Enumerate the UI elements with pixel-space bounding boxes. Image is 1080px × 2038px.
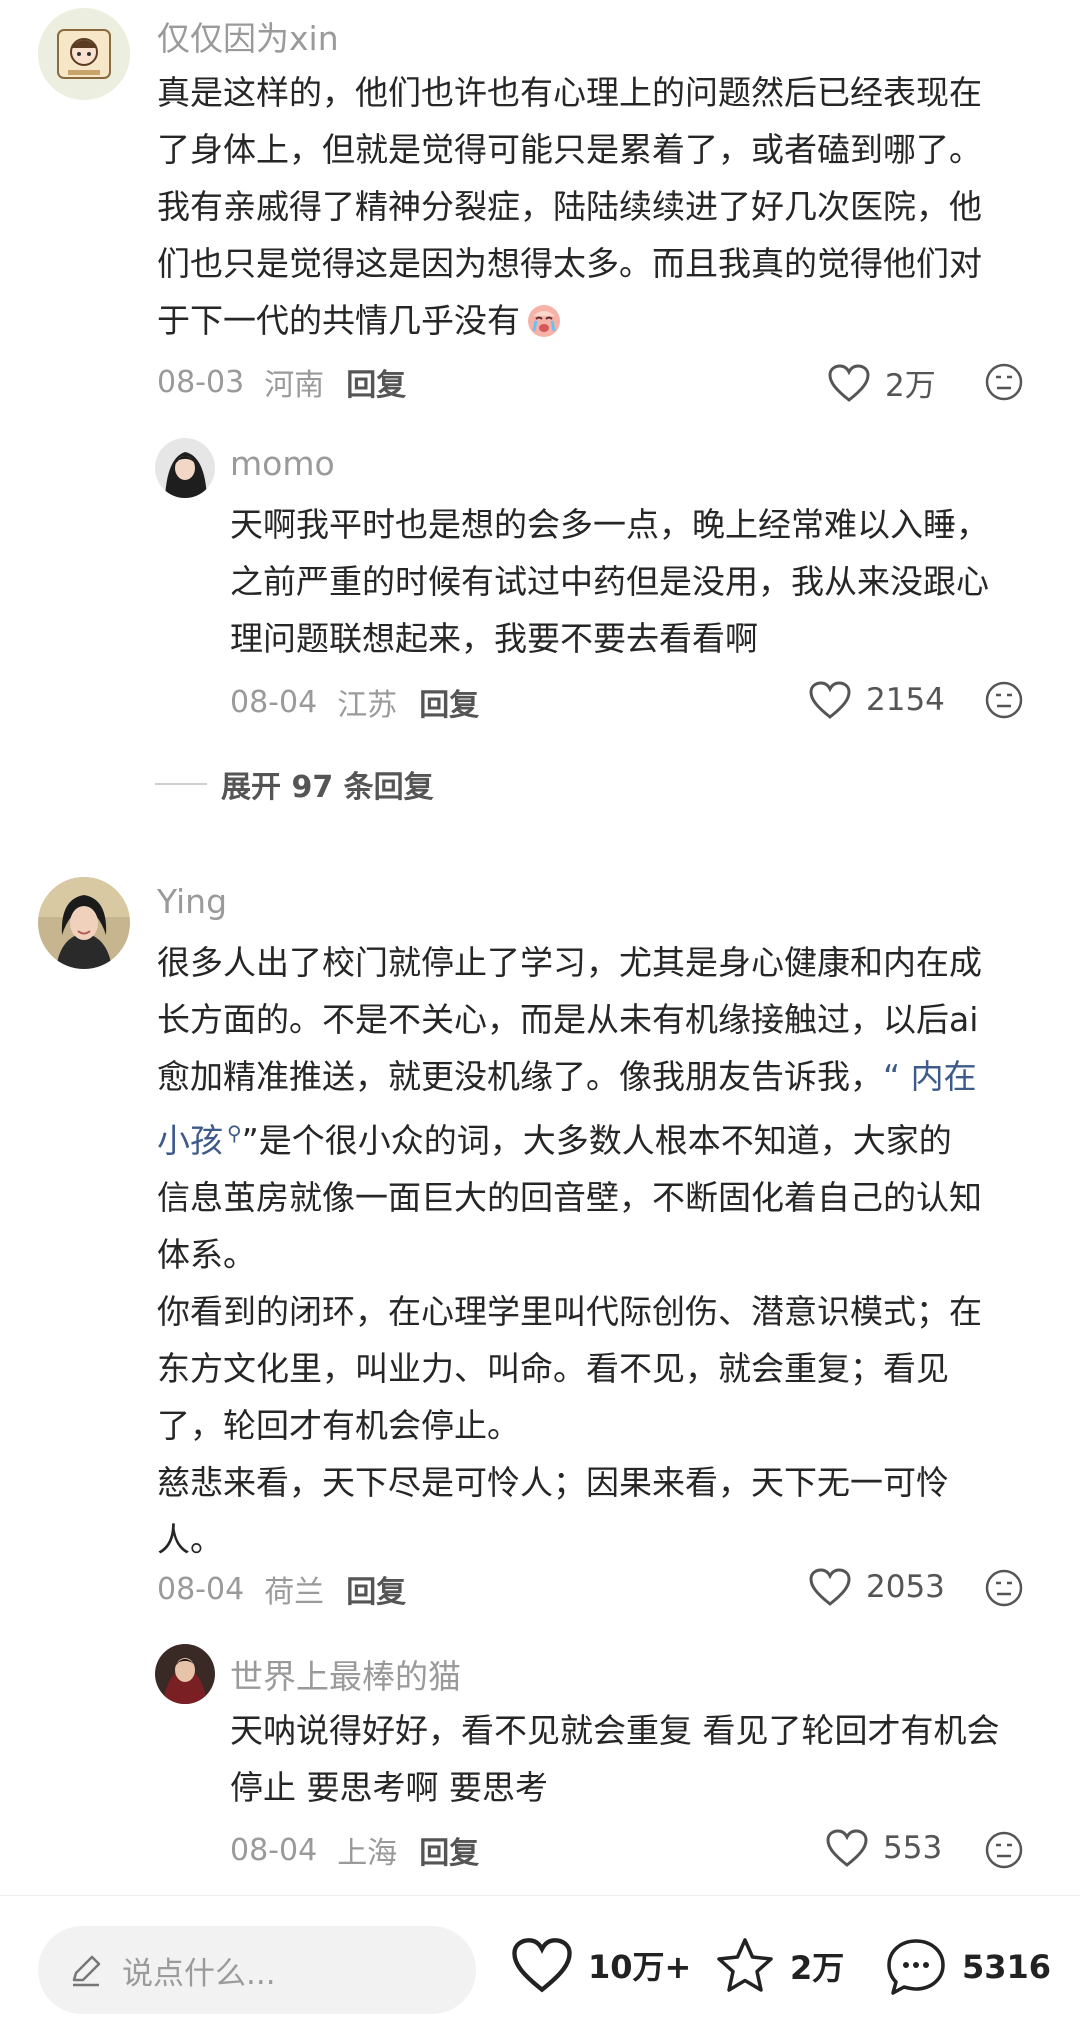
like-count: 2万 [885, 368, 936, 404]
like-button[interactable]: 2053 [808, 1567, 945, 1607]
comment-line: 人。 [157, 1520, 223, 1559]
comment-line: 天啊我平时也是想的会多一点，晚上经常难以入睡， [230, 505, 989, 544]
heart-icon [809, 1568, 851, 1606]
comment-line: 真是这样的，他们也许也有心理上的问题然后已经表现在 [157, 73, 982, 112]
reply-button[interactable]: 回复 [419, 680, 479, 724]
comment-line: 们也只是觉得这是因为想得太多。而且我真的觉得他们对 [157, 244, 982, 283]
comment-line: 东方文化里，叫业力、叫命。看不见，就会重复；看见 [157, 1349, 949, 1388]
comment-line: 很多人出了校门就停止了学习，尤其是身心健康和内在成 [157, 943, 982, 982]
keyword-link[interactable]: “ 内在 [883, 1057, 977, 1096]
comment-line: 我有亲戚得了精神分裂症，陆陆续续进了好几次医院，他 [157, 187, 982, 226]
crying-emoji-icon [528, 305, 560, 337]
heart-icon [512, 1938, 572, 1993]
reply-button[interactable]: 回复 [419, 1828, 479, 1872]
comment-input[interactable]: 说点什么... [38, 1926, 476, 2014]
avatar[interactable] [38, 877, 130, 969]
comment-username[interactable]: 仅仅因为xin [157, 12, 339, 60]
comment-line-with-emoji: 于下一代的共情几乎没有 [157, 292, 1057, 349]
comment-date: 08-03 [157, 364, 245, 400]
comment-line-with-link: 愈加精准推送，就更没机缘了。像我朋友告诉我，“ 内在 [157, 1048, 1067, 1105]
meh-face-icon[interactable] [984, 1830, 1024, 1870]
comment-line: 于下一代的共情几乎没有 [157, 301, 520, 340]
comment-date: 08-04 [230, 1832, 318, 1868]
comment-line: 停止 要思考啊 要思考 [230, 1768, 548, 1807]
star-icon [717, 1938, 773, 1992]
reply-button[interactable]: 回复 [346, 1567, 406, 1611]
comment-location: 江苏 [337, 688, 398, 723]
expand-replies-label: 展开 97 条回复 [221, 770, 434, 805]
comment-line: 天呐说得好好，看不见就会重复 看见了轮回才有机会 [230, 1711, 1000, 1750]
comment-date: 08-04 [230, 684, 318, 720]
comment-line: 愈加精准推送，就更没机缘了。像我朋友告诉我， [157, 1057, 883, 1096]
keyword-link[interactable]: 小孩 [157, 1121, 223, 1160]
reply-button[interactable]: 回复 [346, 360, 406, 404]
comment-text: 真是这样的，他们也许也有心理上的问题然后已经表现在 了身体上，但就是觉得可能只是… [157, 64, 1057, 349]
like-count: 553 [883, 1830, 943, 1866]
comment-line: 体系。 [157, 1235, 256, 1274]
comment-line: 长方面的。不是不关心，而是从未有机缘接触过，以后ai [157, 1000, 979, 1039]
favorite-count: 2万 [790, 1949, 845, 1987]
meh-face-icon[interactable] [984, 362, 1024, 402]
comment-meta: 08-03 河南 回复 [157, 360, 406, 404]
comment-meta: 08-04 上海 回复 [230, 1828, 479, 1872]
divider [155, 783, 207, 785]
comment-location: 上海 [337, 1836, 398, 1871]
comment-line: 之前严重的时候有试过中药但是没用，我从来没跟心 [230, 562, 989, 601]
heart-icon [809, 681, 851, 719]
like-count: 2053 [866, 1569, 945, 1605]
comment-location: 荷兰 [264, 1575, 325, 1610]
comment-meta: 08-04 江苏 回复 [230, 680, 479, 724]
comment-date: 08-04 [157, 1571, 245, 1607]
like-button[interactable]: 2154 [808, 680, 945, 720]
like-count: 2154 [866, 682, 945, 718]
bottom-action-bar: 说点什么... 10万+ 2万 5316 [0, 1895, 1080, 2038]
avatar[interactable] [155, 1644, 215, 1704]
like-button[interactable]: 2万 [827, 360, 936, 405]
comment-text: 很多人出了校门就停止了学习，尤其是身心健康和内在成 长方面的。不是不关心，而是从… [157, 934, 1067, 1568]
comments-button[interactable]: 5316 [884, 1936, 1051, 1998]
comment-line: 信息茧房就像一面巨大的回音壁，不断固化着自己的认知 [157, 1178, 982, 1217]
avatar[interactable] [155, 438, 215, 498]
comment-line: 了，轮回才有机会停止。 [157, 1406, 520, 1445]
favorite-button[interactable]: 2万 [714, 1936, 844, 1996]
search-icon[interactable]: ⚲ [227, 1105, 242, 1162]
pencil-icon [72, 1955, 101, 1987]
comment-count: 5316 [962, 1948, 1052, 1986]
avatar[interactable] [38, 8, 130, 100]
comment-line: ”是个很小众的词，大多数人根本不知道，大家的 [241, 1121, 952, 1160]
reply-username[interactable]: momo [230, 444, 335, 483]
reply-text: 天呐说得好好，看不见就会重复 看见了轮回才有机会 停止 要思考啊 要思考 [230, 1702, 1060, 1816]
comment-line: 理问题联想起来，我要不要去看看啊 [230, 619, 758, 658]
heart-icon [828, 363, 870, 402]
comment-input-placeholder: 说点什么... [122, 1955, 276, 1992]
comment-meta: 08-04 荷兰 回复 [157, 1567, 406, 1611]
meh-face-icon[interactable] [984, 1568, 1024, 1608]
comment-username[interactable]: Ying [157, 882, 227, 921]
expand-replies-button[interactable]: 展开 97 条回复 [155, 762, 434, 806]
post-like-count: 10万+ [588, 1948, 692, 1986]
comment-location: 河南 [264, 368, 325, 403]
chat-bubble-icon [887, 1939, 945, 1995]
comment-line: 了身体上，但就是觉得可能只是累着了，或者磕到哪了。 [157, 130, 982, 169]
like-button[interactable]: 553 [825, 1828, 942, 1868]
reply-username[interactable]: 世界上最棒的猫 [230, 1650, 461, 1698]
comment-line-with-link: 小孩 ⚲”是个很小众的词，大多数人根本不知道，大家的 [157, 1105, 1067, 1169]
comment-line: 你看到的闭环，在心理学里叫代际创伤、潜意识模式；在 [157, 1292, 982, 1331]
reply-text: 天啊我平时也是想的会多一点，晚上经常难以入睡， 之前严重的时候有试过中药但是没用… [230, 496, 1060, 667]
meh-face-icon[interactable] [984, 680, 1024, 720]
comment-line: 慈悲来看，天下尽是可怜人；因果来看，天下无一可怜 [157, 1463, 949, 1502]
heart-icon [826, 1829, 868, 1867]
like-post-button[interactable]: 10万+ [510, 1936, 691, 1994]
